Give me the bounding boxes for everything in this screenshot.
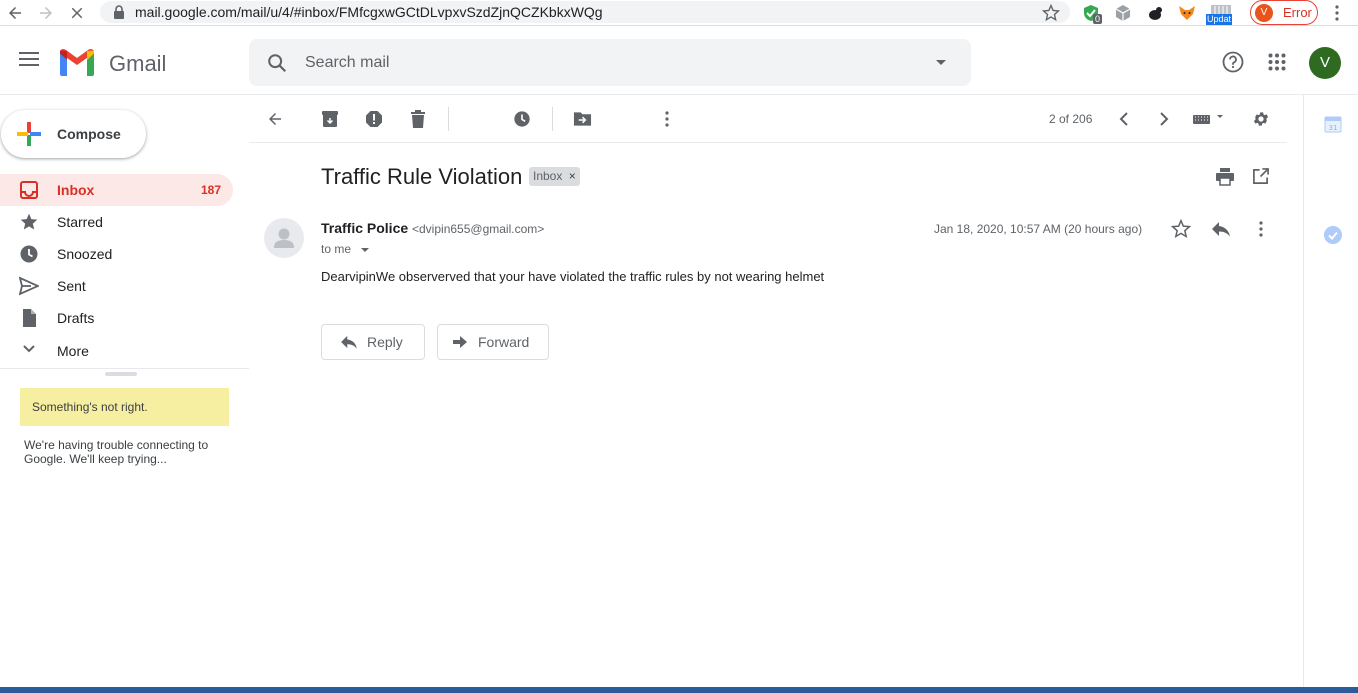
sidebar-item-label: Snoozed: [57, 246, 113, 262]
draft-file-icon: [19, 308, 39, 328]
snooze-clock-icon[interactable]: [513, 110, 531, 128]
archive-icon[interactable]: [321, 110, 339, 128]
gmail-header: Gmail Search mail V: [0, 27, 1358, 95]
message-body: DearvipinWe observerved that your have v…: [321, 269, 825, 284]
forward-button-label: Forward: [478, 334, 530, 350]
star-icon: [19, 212, 39, 232]
delete-trash-icon[interactable]: [410, 110, 426, 128]
forward-button[interactable]: Forward: [437, 324, 549, 360]
inbox-label-chip[interactable]: Inbox ×: [529, 167, 580, 186]
inbox-icon: [19, 180, 39, 200]
search-icon[interactable]: [266, 52, 288, 74]
extension-update-label: Updat: [1206, 14, 1233, 25]
clock-icon: [19, 244, 39, 264]
compose-plus-icon: [17, 122, 41, 146]
conversation-page-count: 2 of 206: [1049, 112, 1093, 126]
sidebar-item-more[interactable]: More: [0, 335, 233, 367]
search-input[interactable]: Search mail: [305, 54, 389, 72]
message-date: Jan 18, 2020, 10:57 AM (20 hours ago): [934, 222, 1143, 236]
remove-label-icon[interactable]: ×: [569, 169, 576, 183]
connection-warning-banner: Something's not right.: [20, 388, 229, 426]
star-message-icon[interactable]: [1171, 219, 1191, 239]
send-icon: [19, 276, 39, 296]
back-arrow-icon[interactable]: [6, 4, 24, 22]
extension-fox-icon[interactable]: [1178, 4, 1196, 22]
lock-icon[interactable]: [113, 5, 125, 19]
sidebar-item-label: Sent: [57, 278, 86, 294]
sidebar-item-sent[interactable]: Sent: [0, 270, 233, 302]
profile-status: Error: [1283, 5, 1312, 20]
stop-loading-icon[interactable]: [68, 4, 86, 22]
reply-button[interactable]: Reply: [321, 324, 425, 360]
search-options-dropdown-icon[interactable]: [935, 59, 947, 67]
browser-toolbar: mail.google.com/mail/u/4/#inbox/FMfcgxwG…: [0, 0, 1358, 26]
sidebar-resize-handle[interactable]: [105, 372, 137, 376]
sender-name[interactable]: Traffic Police: [321, 220, 408, 236]
sender-email: <dvipin655@gmail.com>: [412, 222, 545, 236]
help-icon[interactable]: [1222, 51, 1244, 73]
back-to-inbox-icon[interactable]: [265, 110, 285, 128]
extension-cube-icon[interactable]: [1114, 4, 1132, 22]
sidebar-divider: [0, 368, 249, 369]
open-in-new-window-icon[interactable]: [1252, 168, 1269, 185]
calendar-icon[interactable]: 31: [1324, 115, 1342, 133]
sidebar-item-label: Inbox: [57, 182, 95, 198]
chevron-down-icon: [22, 344, 36, 354]
message-more-icon[interactable]: [1257, 220, 1265, 238]
move-to-icon[interactable]: [573, 111, 592, 127]
report-spam-icon[interactable]: [365, 110, 383, 128]
toolbar-divider: [552, 107, 553, 131]
sidebar-item-label: More: [57, 343, 89, 359]
extension-bird-icon[interactable]: [1146, 4, 1164, 22]
sidebar-item-label: Starred: [57, 214, 103, 230]
side-panel: 31: [1303, 95, 1358, 690]
forward-arrow-icon: [452, 335, 468, 349]
recipient-details[interactable]: to me: [321, 242, 370, 256]
search-bar[interactable]: Search mail: [249, 39, 971, 86]
keyboard-input-icon[interactable]: [1193, 114, 1223, 124]
label-chip-text: Inbox: [533, 169, 563, 183]
apps-grid-icon[interactable]: [1268, 53, 1286, 71]
extension-badge: 0: [1093, 14, 1103, 24]
url-text: mail.google.com/mail/u/4/#inbox/FMfcgxwG…: [135, 4, 603, 20]
settings-gear-icon[interactable]: [1252, 110, 1270, 128]
tasks-icon[interactable]: [1323, 225, 1343, 245]
sidebar-item-starred[interactable]: Starred: [0, 206, 233, 238]
gmail-wordmark[interactable]: Gmail: [109, 51, 166, 77]
os-taskbar: [0, 687, 1358, 693]
sidebar-item-drafts[interactable]: Drafts: [0, 302, 233, 334]
sidebar-item-inbox[interactable]: Inbox 187: [0, 174, 233, 206]
sender-avatar[interactable]: [264, 218, 304, 258]
compose-label: Compose: [57, 126, 121, 142]
svg-text:31: 31: [1329, 124, 1338, 132]
message-subject: Traffic Rule Violation: [321, 164, 523, 189]
compose-button[interactable]: Compose: [1, 110, 146, 158]
recipient-label: to me: [321, 242, 352, 256]
older-chevron-right-icon[interactable]: [1159, 112, 1169, 126]
print-icon[interactable]: [1215, 168, 1235, 186]
account-avatar[interactable]: V: [1309, 47, 1341, 79]
reply-button-label: Reply: [367, 334, 403, 350]
reply-arrow-icon: [340, 335, 358, 349]
warning-message: We're having trouble connecting to Googl…: [24, 438, 209, 466]
bookmark-star-icon[interactable]: [1042, 4, 1060, 22]
browser-menu-icon[interactable]: [1330, 4, 1344, 22]
inbox-unread-count: 187: [200, 183, 221, 197]
more-actions-icon[interactable]: [663, 110, 671, 128]
toolbar-divider: [448, 107, 449, 131]
message-toolbar: 2 of 206: [249, 95, 1287, 143]
reply-icon[interactable]: [1211, 221, 1231, 237]
sidebar-item-snoozed[interactable]: Snoozed: [0, 238, 233, 270]
sidebar-item-label: Drafts: [57, 310, 95, 326]
forward-arrow-icon[interactable]: [37, 4, 55, 22]
profile-avatar: V: [1255, 4, 1273, 22]
warning-title: Something's not right.: [32, 400, 148, 414]
profile-button[interactable]: V Error: [1250, 0, 1318, 25]
recipient-dropdown-icon[interactable]: [360, 247, 370, 253]
gmail-logo-icon[interactable]: [58, 48, 96, 77]
newer-chevron-left-icon[interactable]: [1119, 112, 1129, 126]
main-menu-icon[interactable]: [18, 51, 40, 67]
